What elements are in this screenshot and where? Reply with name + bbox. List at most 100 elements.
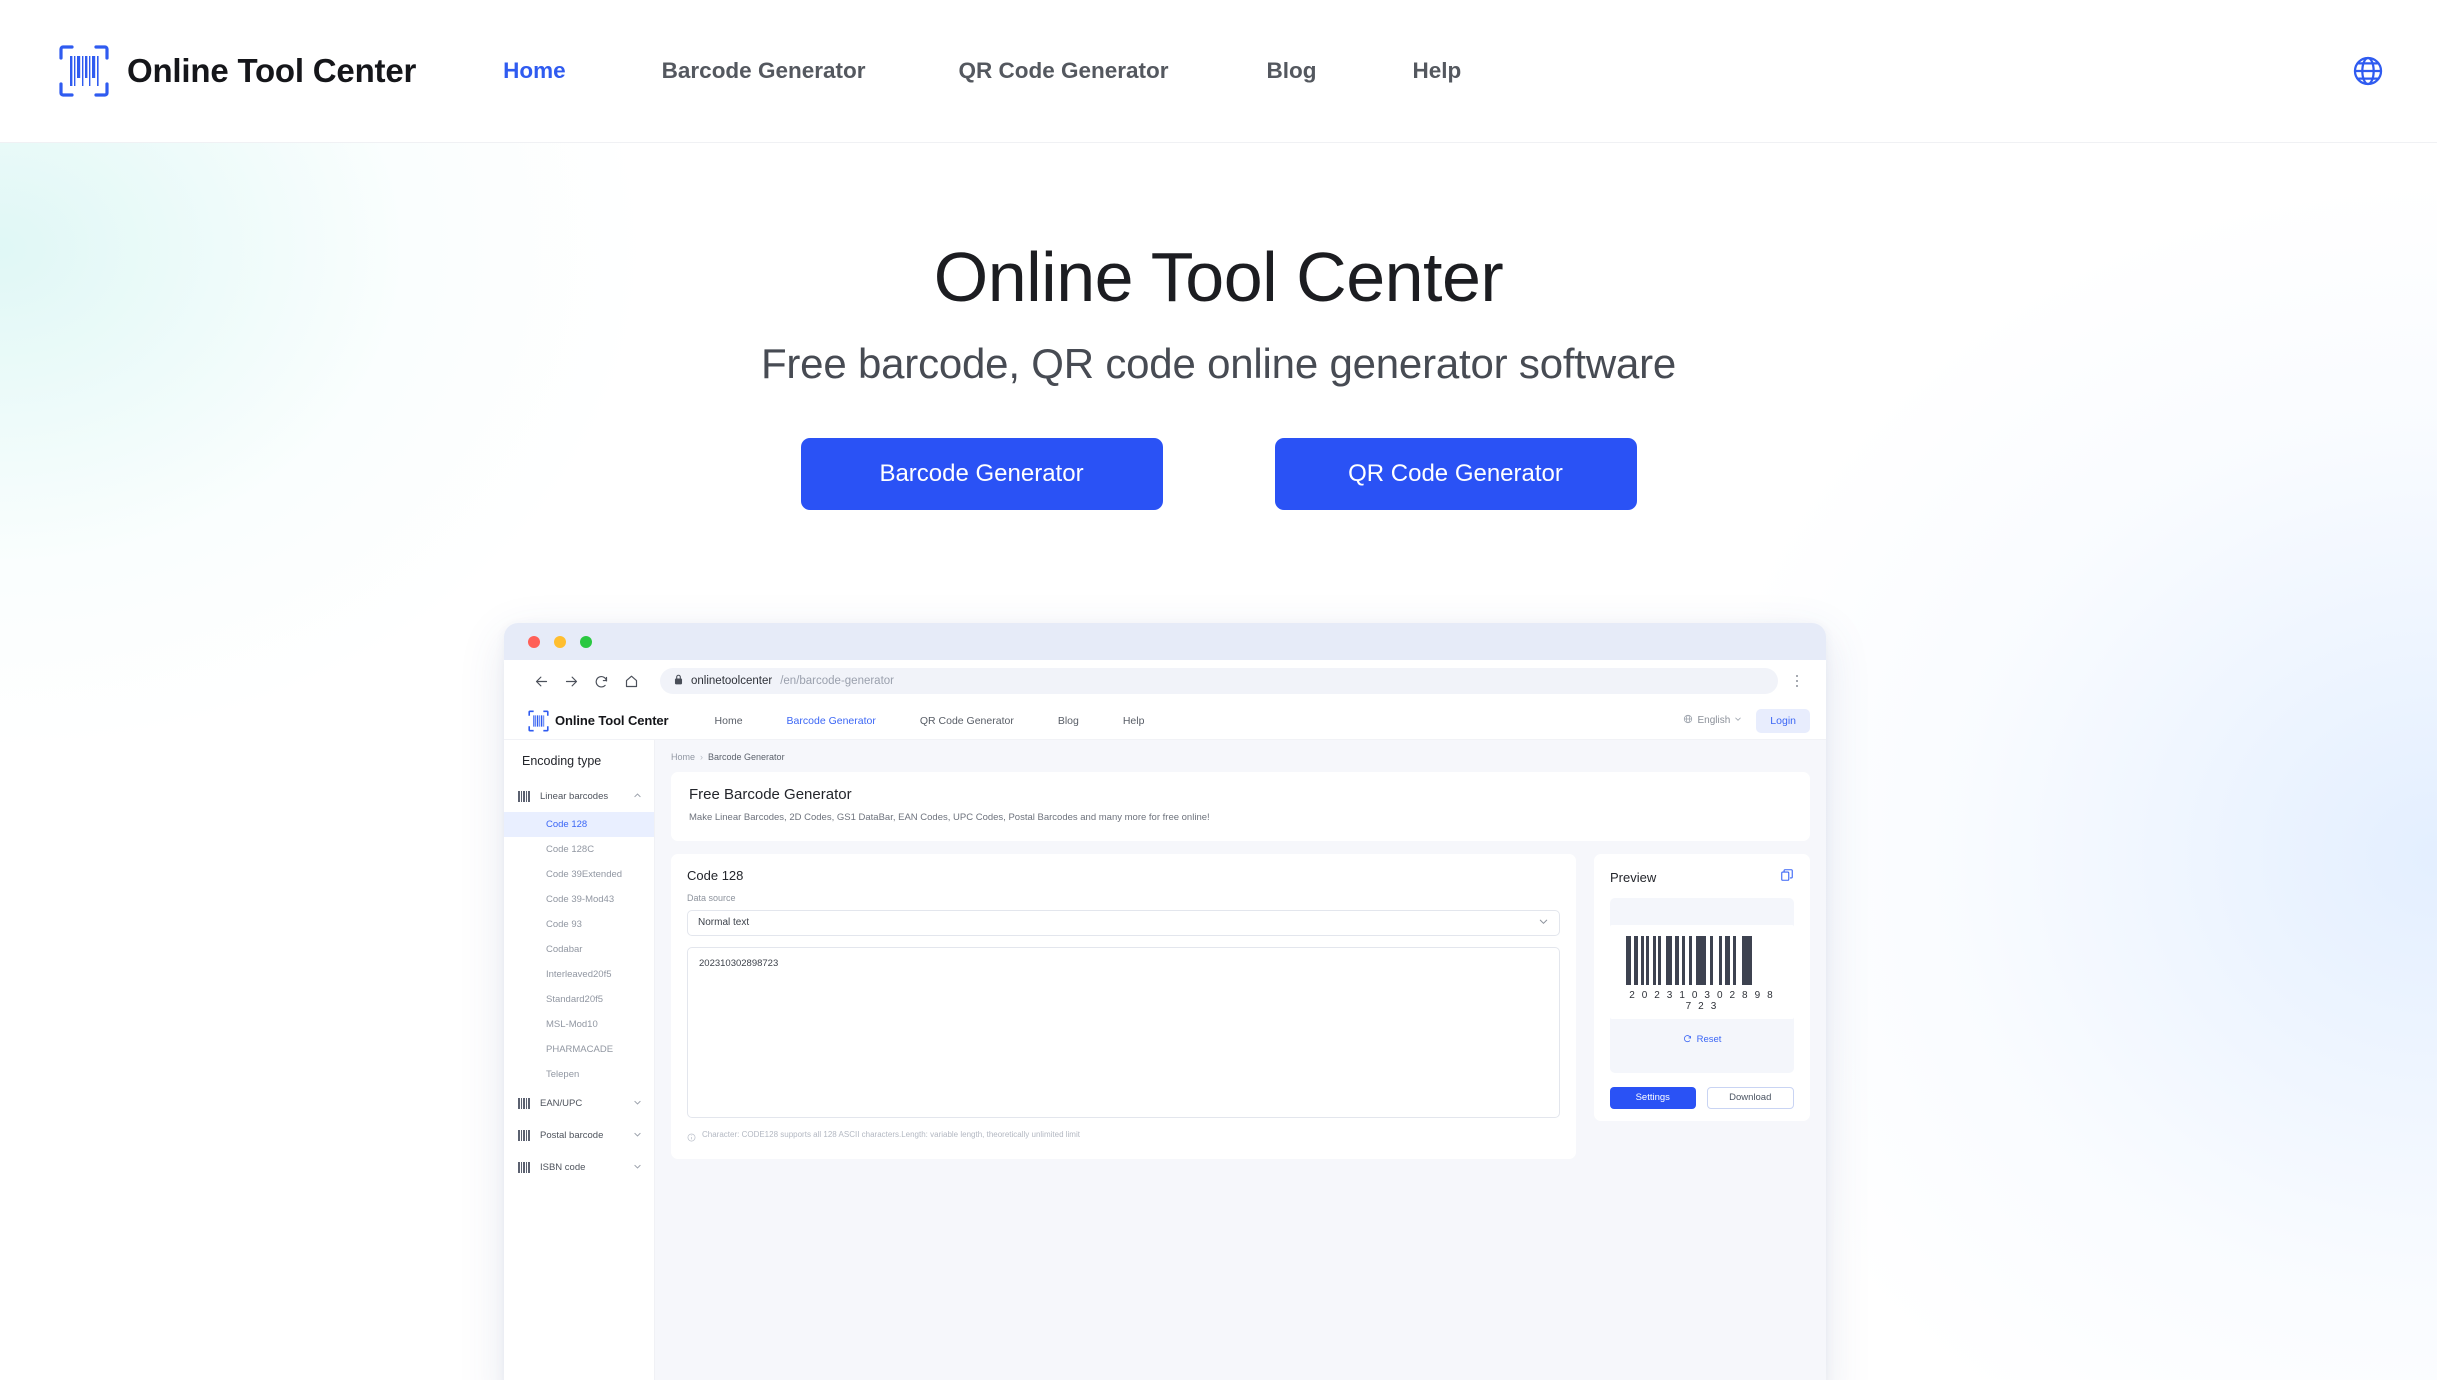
sidebar-group-postal-barcode[interactable]: Postal barcode [504,1119,654,1151]
preview-card: Preview 2 0 2 3 1 0 3 0 2 8 9 8 7 2 3 Re… [1594,853,1810,1121]
barcode-scan-icon [528,710,549,732]
reset-button[interactable]: Reset [1683,1034,1722,1046]
breadcrumb: Home › Barcode Generator [671,752,1810,762]
qr-code-generator-button[interactable]: QR Code Generator [1274,437,1637,510]
editor-columns: Code 128 Data source Normal text 2023103… [671,853,1810,1159]
sidebar-item-code-39-mod43[interactable]: Code 39-Mod43 [504,887,654,912]
sidebar-item-telepen[interactable]: Telepen [504,1062,654,1087]
barcode-generator-button[interactable]: Barcode Generator [800,437,1163,510]
sidebar-item-codabar[interactable]: Codabar [504,937,654,962]
forward-arrow-icon[interactable] [556,666,586,696]
sidebar-group-isbn-code[interactable]: ISBN code [504,1151,654,1183]
intro-description: Make Linear Barcodes, 2D Codes, GS1 Data… [689,812,1210,823]
globe-icon[interactable] [2351,54,2385,88]
barcode-icon [518,1161,531,1173]
sidebar-item-standard20f5[interactable]: Standard20f5 [504,987,654,1012]
settings-button[interactable]: Settings [1610,1086,1696,1109]
reset-label: Reset [1696,1034,1722,1046]
browser-toolbar: onlinetoolcenter/en/barcode-generator [504,660,1826,702]
mock-nav-item-blog[interactable]: Blog [1058,715,1079,727]
sidebar-item-code-128c[interactable]: Code 128C [504,837,654,862]
barcode-preview-stage: 2 0 2 3 1 0 3 0 2 8 9 8 7 2 3 Reset [1610,897,1794,1073]
mock-site: Online Tool Center Home Barcode Generato… [504,702,1826,1380]
sidebar-item-code-39extended[interactable]: Code 39Extended [504,862,654,887]
encoding-type-sidebar: Encoding type Linear barcodes Code 128 C… [504,740,655,1380]
chevron-down-icon [633,1094,642,1112]
globe-icon [1683,714,1693,727]
window-maximize-dot[interactable] [580,635,592,648]
home-icon[interactable] [616,666,646,696]
chevron-down-icon [1538,916,1549,930]
url-domain: onlinetoolcenter [691,675,773,687]
data-source-select[interactable]: Normal text [687,909,1560,936]
chevron-up-icon [633,787,642,805]
sidebar-item-code-128[interactable]: Code 128 [504,812,654,837]
nav-item-qr-code-generator[interactable]: QR Code Generator [958,48,1168,94]
mock-site-header: Online Tool Center Home Barcode Generato… [504,702,1826,740]
barcode-icon [518,790,531,802]
mock-brand-logo[interactable]: Online Tool Center [528,710,669,732]
mock-nav-item-home[interactable]: Home [715,715,743,727]
sidebar-title: Encoding type [522,754,602,768]
back-arrow-icon[interactable] [526,666,556,696]
sidebar-item-msl-mod10[interactable]: MSL-Mod10 [504,1012,654,1037]
sidebar-group-label: ISBN code [540,1161,586,1173]
primary-nav: Home Barcode Generator QR Code Generator… [503,48,1461,94]
window-close-dot[interactable] [528,635,540,648]
data-source-value: Normal text [698,917,750,929]
barcode-data-input[interactable]: 202310302898723 [687,946,1560,1118]
postal-barcode-icon [518,1129,531,1141]
sidebar-item-code-93[interactable]: Code 93 [504,912,654,937]
nav-item-help[interactable]: Help [1413,48,1462,94]
preview-header: Preview [1610,868,1794,887]
sidebar-group-ean-upc[interactable]: EAN/UPC [504,1087,654,1119]
nav-item-blog[interactable]: Blog [1267,48,1317,94]
page-title: Online Tool Center [933,238,1504,316]
mock-brand-name: Online Tool Center [555,713,669,728]
chevron-down-icon [1734,715,1742,726]
url-path: /en/barcode-generator [780,675,895,687]
sidebar-item-pharmacade[interactable]: PHARMACADE [504,1037,654,1062]
breadcrumb-home[interactable]: Home [671,752,695,762]
chevron-down-icon [633,1158,642,1176]
nav-item-barcode-generator[interactable]: Barcode Generator [662,48,866,94]
brand-logo[interactable]: Online Tool Center [58,44,416,98]
barcode-scan-icon [58,44,110,98]
brand-name: Online Tool Center [127,52,417,89]
page-root: Online Tool Center Home Barcode Generato… [0,0,2437,1380]
language-selector[interactable]: English [1683,714,1742,727]
intro-panel: Free Barcode Generator Make Linear Barco… [671,772,1810,841]
editor-column: Code 128 Data source Normal text 2023103… [671,853,1576,1159]
download-button[interactable]: Download [1706,1086,1794,1109]
lock-icon [674,674,683,688]
nav-item-home[interactable]: Home [503,48,566,94]
mock-nav-item-qr-code-generator[interactable]: QR Code Generator [920,715,1014,727]
mock-nav-item-help[interactable]: Help [1123,715,1145,727]
reload-icon[interactable] [586,666,616,696]
browser-titlebar [504,623,1826,660]
site-header: Online Tool Center Home Barcode Generato… [0,0,2437,143]
page-subtitle: Free barcode, QR code online generator s… [760,339,1677,387]
cta-row: Barcode Generator QR Code Generator [0,437,2437,510]
barcode-bars [1626,935,1778,985]
login-button[interactable]: Login [1756,708,1810,733]
encoder-hint-text: Character: CODE128 supports all 128 ASCI… [702,1129,1080,1139]
kebab-menu-icon[interactable] [1786,668,1808,694]
encoder-hint: Character: CODE128 supports all 128 ASCI… [687,1129,1560,1147]
barcode-digits: 2 0 2 3 1 0 3 0 2 8 9 8 7 2 3 [1629,989,1775,1012]
breadcrumb-separator: › [700,752,704,762]
encoder-title: Code 128 [687,867,744,883]
mock-primary-nav: Home Barcode Generator QR Code Generator… [715,715,1145,727]
preview-title: Preview [1610,869,1657,885]
copy-icon[interactable] [1780,868,1794,887]
sidebar-item-interleaved20f5[interactable]: Interleaved20f5 [504,962,654,987]
sidebar-group-linear-barcodes[interactable]: Linear barcodes [504,780,654,812]
mock-site-body: Encoding type Linear barcodes Code 128 C… [504,740,1826,1380]
url-input[interactable]: onlinetoolcenter/en/barcode-generator [660,668,1778,694]
mock-nav-item-barcode-generator[interactable]: Barcode Generator [787,715,876,727]
breadcrumb-current: Barcode Generator [708,752,785,762]
mock-main-content: Home › Barcode Generator Free Barcode Gene… [655,740,1826,1380]
window-minimize-dot[interactable] [554,635,566,648]
preview-actions: Settings Download [1610,1086,1794,1109]
info-icon [687,1129,696,1147]
